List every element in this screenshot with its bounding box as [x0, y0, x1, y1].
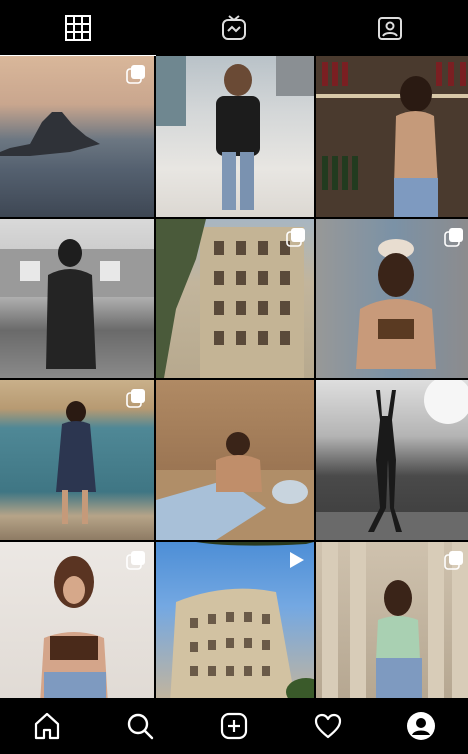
tab-igtv[interactable] — [156, 0, 312, 56]
carousel-icon — [126, 388, 146, 408]
post-tile[interactable] — [0, 219, 154, 378]
carousel-icon — [444, 227, 464, 247]
tagged-icon — [378, 17, 402, 40]
post-tile[interactable] — [0, 56, 154, 217]
profile-icon — [407, 712, 436, 740]
nav-new-post[interactable] — [214, 706, 254, 746]
tab-tagged[interactable] — [312, 0, 468, 56]
post-tile[interactable] — [316, 56, 468, 217]
post-tile[interactable] — [156, 542, 314, 698]
igtv-icon — [222, 15, 246, 40]
post-tile[interactable] — [316, 219, 468, 378]
search-icon — [128, 713, 154, 740]
home-icon — [34, 712, 59, 740]
carousel-icon — [126, 550, 146, 570]
profile-tabs — [0, 0, 468, 56]
nav-search[interactable] — [120, 706, 160, 746]
nav-profile[interactable] — [401, 706, 441, 746]
grid-icon — [65, 15, 91, 41]
carousel-icon — [126, 64, 146, 84]
post-tile[interactable] — [0, 380, 154, 540]
activity-heart-icon — [314, 713, 341, 739]
posts-grid — [0, 56, 468, 698]
nav-activity[interactable] — [308, 706, 348, 746]
carousel-icon — [286, 227, 306, 247]
post-tile[interactable] — [316, 542, 468, 698]
post-tile[interactable] — [156, 219, 314, 378]
tab-grid[interactable] — [0, 0, 156, 56]
nav-home[interactable] — [27, 706, 67, 746]
post-tile[interactable] — [0, 542, 154, 698]
carousel-icon — [444, 550, 464, 570]
bottom-nav — [0, 698, 468, 754]
post-tile[interactable] — [316, 380, 468, 540]
new-post-icon — [220, 712, 248, 740]
video-icon — [286, 550, 306, 570]
post-tile[interactable] — [156, 380, 314, 540]
post-tile[interactable] — [156, 56, 314, 217]
